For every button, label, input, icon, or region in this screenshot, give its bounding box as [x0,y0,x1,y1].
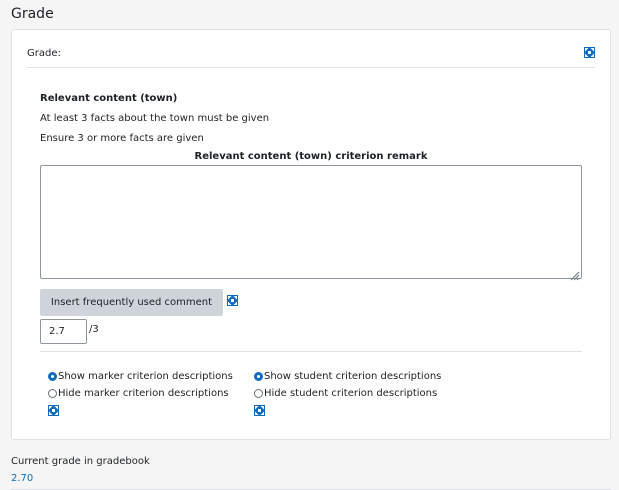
criterion-description-secondary: Ensure 3 or more facts are given [40,133,204,144]
grade-card: Grade: Relevant content (town) At least … [11,29,611,440]
grade-header-label: Grade: [27,48,61,59]
divider [40,351,582,352]
resize-grip-icon[interactable] [569,266,580,281]
expand-icon[interactable] [48,405,59,416]
score-input[interactable] [40,319,87,344]
radio-checked-icon[interactable] [48,372,57,381]
remark-label: Relevant content (town) criterion remark [194,151,428,162]
show-student-radio[interactable]: Show student criterion descriptions [254,371,441,382]
hide-marker-radio[interactable]: Hide marker criterion descriptions [48,388,229,399]
radio-checked-icon[interactable] [254,372,263,381]
expand-icon[interactable] [254,405,265,416]
radio-unchecked-icon[interactable] [48,389,57,398]
criterion-title: Relevant content (town) [40,93,178,104]
expand-icon[interactable] [584,47,595,58]
score-max: /3 [89,324,99,335]
insert-comment-button[interactable]: Insert frequently used comment [40,289,223,316]
show-student-label: Show student criterion descriptions [264,371,442,382]
hide-marker-label: Hide marker criterion descriptions [58,388,229,399]
criterion-remark-field[interactable] [40,165,582,279]
show-marker-radio[interactable]: Show marker criterion descriptions [48,371,233,382]
expand-icon[interactable] [227,295,238,306]
gradebook-value[interactable]: 2.70 [11,473,33,484]
hide-student-label: Hide student criterion descriptions [264,388,438,399]
card-header: Grade: [27,46,595,68]
section-title: Grade [11,6,54,22]
gradebook-label: Current grade in gradebook [11,456,150,467]
hide-student-radio[interactable]: Hide student criterion descriptions [254,388,437,399]
criterion-description: At least 3 facts about the town must be … [40,113,270,124]
show-marker-label: Show marker criterion descriptions [58,371,233,382]
radio-unchecked-icon[interactable] [254,389,263,398]
